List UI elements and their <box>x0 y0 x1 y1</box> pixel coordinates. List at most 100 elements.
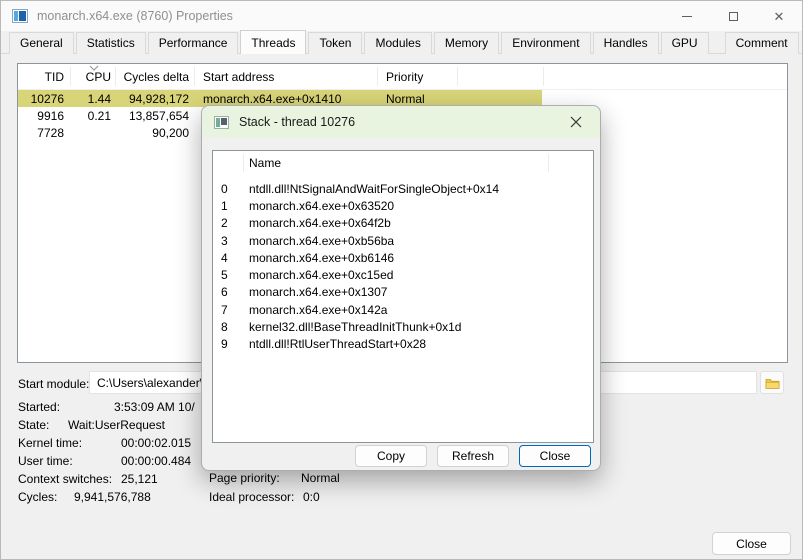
ideal-processor-value: 0:0 <box>303 490 320 504</box>
frame-index: 3 <box>221 234 228 248</box>
page-priority-value: Normal <box>301 471 340 485</box>
app-icon <box>12 9 28 23</box>
user-time-value: 00:00:00.484 <box>121 454 191 468</box>
refresh-label: Refresh <box>452 449 494 463</box>
cell-tid: 9916 <box>18 107 64 124</box>
stack-frame-row[interactable]: 6 monarch.x64.exe+0x1307 <box>213 284 593 301</box>
tab-environment[interactable]: Environment <box>501 32 590 54</box>
stack-frame-row[interactable]: 5 monarch.x64.exe+0xc15ed <box>213 266 593 283</box>
frame-index: 4 <box>221 251 228 265</box>
copy-label: Copy <box>377 449 405 463</box>
stack-dialog-titlebar: Stack - thread 10276 <box>202 106 600 138</box>
copy-button[interactable]: Copy <box>355 445 427 467</box>
tab-token[interactable]: Token <box>308 32 362 54</box>
frame-name: monarch.x64.exe+0xb56ba <box>249 234 394 248</box>
cell-tid: 10276 <box>18 90 64 107</box>
sort-indicator-icon <box>88 65 100 71</box>
context-switches-label: Context switches: <box>18 472 112 486</box>
state-label: State: <box>18 418 49 432</box>
stack-dialog-title: Stack - thread 10276 <box>239 115 355 129</box>
frame-index: 0 <box>221 182 228 196</box>
frame-name: monarch.x64.exe+0x1307 <box>249 285 387 299</box>
stack-dialog: Stack - thread 10276 Name 0 ntdll.dll!NtS… <box>201 105 601 471</box>
minimize-icon <box>682 16 692 17</box>
stack-dialog-icon <box>214 116 229 129</box>
stack-frame-row[interactable]: 2 monarch.x64.exe+0x64f2b <box>213 215 593 232</box>
tab-strip: General Statistics Performance Threads T… <box>9 32 794 54</box>
start-module-label: Start module: <box>18 377 89 391</box>
tab-general[interactable]: General <box>9 32 74 54</box>
frame-index: 7 <box>221 303 228 317</box>
stack-list-header: Name <box>213 151 593 175</box>
user-time-label: User time: <box>18 454 73 468</box>
frame-name: monarch.x64.exe+0xc15ed <box>249 268 393 282</box>
properties-close-label: Close <box>736 537 767 551</box>
tab-gpu[interactable]: GPU <box>661 32 709 54</box>
column-header-start-address[interactable]: Start address <box>199 64 377 89</box>
stack-close-button[interactable]: Close <box>519 445 591 467</box>
column-header-tid[interactable]: TID <box>18 64 64 89</box>
column-header-cycles-delta[interactable]: Cycles delta <box>115 64 189 89</box>
start-module-value: C:\Users\alexander\D <box>97 376 212 390</box>
frame-name: monarch.x64.exe+0x63520 <box>249 199 394 213</box>
cell-tid: 7728 <box>18 124 64 141</box>
stack-frame-row[interactable]: 3 monarch.x64.exe+0xb56ba <box>213 232 593 249</box>
refresh-button[interactable]: Refresh <box>437 445 509 467</box>
maximize-icon <box>729 12 738 21</box>
cell-cycles: 94,928,172 <box>115 90 189 107</box>
tab-threads[interactable]: Threads <box>240 30 306 54</box>
kernel-time-value: 00:00:02.015 <box>121 436 191 450</box>
frame-index: 8 <box>221 320 228 334</box>
browse-module-button[interactable] <box>760 371 784 394</box>
column-header-priority[interactable]: Priority <box>382 64 457 89</box>
tab-comment[interactable]: Comment <box>725 32 799 54</box>
frame-index: 1 <box>221 199 228 213</box>
stack-frame-row[interactable]: 8 kernel32.dll!BaseThreadInitThunk+0x1d <box>213 318 593 335</box>
title-bar: monarch.x64.exe (8760) Properties ✕ <box>1 1 802 31</box>
maximize-button[interactable] <box>710 1 756 31</box>
stack-frame-row[interactable]: 9 ntdll.dll!RtlUserThreadStart+0x28 <box>213 336 593 353</box>
threads-list-header: TID CPU Cycles delta Start address Prior… <box>18 64 787 90</box>
started-value: 3:53:09 AM 10/ <box>114 400 195 414</box>
state-value: Wait:UserRequest <box>68 418 165 432</box>
frame-name: kernel32.dll!BaseThreadInitThunk+0x1d <box>249 320 461 334</box>
frame-index: 2 <box>221 216 228 230</box>
frame-index: 9 <box>221 337 228 351</box>
cell-cpu: 1.44 <box>70 90 111 107</box>
frame-index: 6 <box>221 285 228 299</box>
folder-icon <box>765 377 780 389</box>
stack-frame-row[interactable]: 7 monarch.x64.exe+0x142a <box>213 301 593 318</box>
tab-statistics[interactable]: Statistics <box>76 32 146 54</box>
close-window-button[interactable]: ✕ <box>756 1 802 31</box>
minimize-button[interactable] <box>664 1 710 31</box>
column-header-name[interactable]: Name <box>249 151 281 175</box>
cell-cycles: 13,857,654 <box>115 107 189 124</box>
properties-window: monarch.x64.exe (8760) Properties ✕ Gene… <box>0 0 803 560</box>
properties-close-button[interactable]: Close <box>712 532 791 555</box>
frame-name: monarch.x64.exe+0xb6146 <box>249 251 394 265</box>
window-title: monarch.x64.exe (8760) Properties <box>37 9 233 23</box>
frame-name: ntdll.dll!NtSignalAndWaitForSingleObject… <box>249 182 499 196</box>
close-icon: ✕ <box>774 10 785 23</box>
frame-index: 5 <box>221 268 228 282</box>
ideal-processor-label: Ideal processor: <box>209 490 294 504</box>
cycles-value: 9,941,576,788 <box>74 490 151 504</box>
stack-frame-row[interactable]: 1 monarch.x64.exe+0x63520 <box>213 197 593 214</box>
tab-modules[interactable]: Modules <box>364 32 431 54</box>
cell-cycles: 90,200 <box>115 124 189 141</box>
stack-frame-row[interactable]: 0 ntdll.dll!NtSignalAndWaitForSingleObjec… <box>213 180 593 197</box>
cell-cpu: 0.21 <box>70 107 111 124</box>
tab-handles[interactable]: Handles <box>593 32 659 54</box>
close-icon <box>570 116 582 128</box>
tab-performance[interactable]: Performance <box>148 32 239 54</box>
stack-frames-list: Name 0 ntdll.dll!NtSignalAndWaitForSingle… <box>212 150 594 443</box>
tab-memory[interactable]: Memory <box>434 32 499 54</box>
stack-frame-row[interactable]: 4 monarch.x64.exe+0xb6146 <box>213 249 593 266</box>
stack-dialog-close-button[interactable] <box>562 112 590 132</box>
frame-name: ntdll.dll!RtlUserThreadStart+0x28 <box>249 337 426 351</box>
page-priority-label: Page priority: <box>209 471 280 485</box>
frame-name: monarch.x64.exe+0x64f2b <box>249 216 391 230</box>
frame-name: monarch.x64.exe+0x142a <box>249 303 387 317</box>
kernel-time-label: Kernel time: <box>18 436 82 450</box>
context-switches-value: 25,121 <box>121 472 158 486</box>
